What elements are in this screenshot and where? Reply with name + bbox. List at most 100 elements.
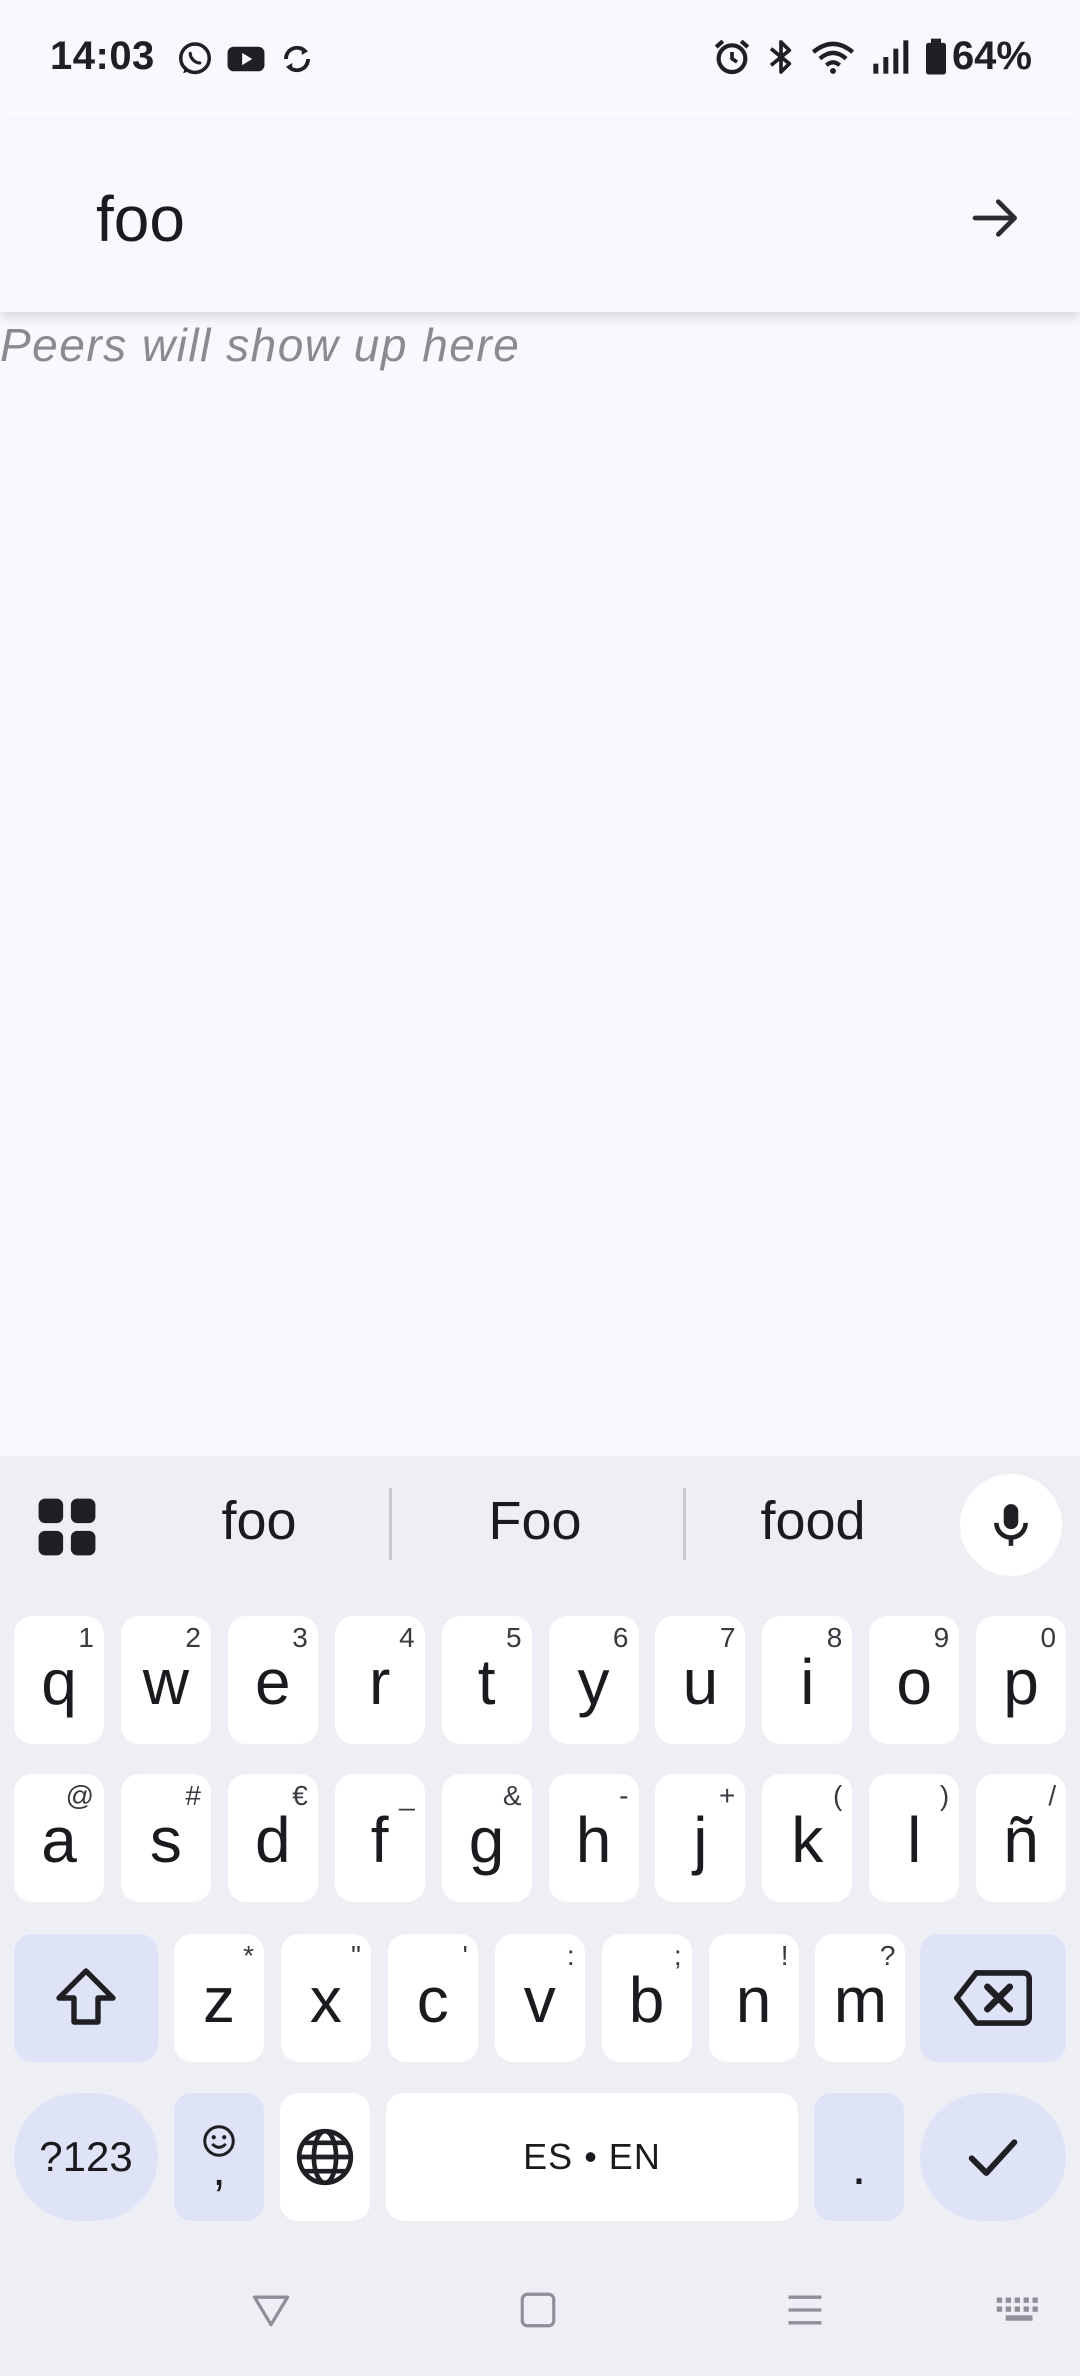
recents-menu-icon: [788, 2295, 822, 2325]
backspace-icon: [954, 1970, 1032, 2026]
enter-key[interactable]: [920, 2093, 1066, 2221]
space-key-label: ES • EN: [523, 2136, 661, 2177]
key-hint: /: [1048, 1780, 1057, 1811]
key-label: z: [203, 1964, 235, 2036]
key-hint: ): [939, 1780, 950, 1811]
suggestion-bar: foo Foo food: [0, 1456, 1080, 1591]
key-label: q: [41, 1646, 77, 1718]
key-n[interactable]: n!: [708, 1934, 799, 2062]
key-k[interactable]: k(: [762, 1774, 853, 1902]
backspace-key[interactable]: [920, 1934, 1066, 2062]
key-label: e: [255, 1646, 291, 1718]
key-v[interactable]: v:: [494, 1934, 585, 2062]
key-s[interactable]: s #: [120, 1774, 211, 1902]
grid-icon[interactable]: [36, 1496, 98, 1558]
recents-button[interactable]: [775, 2280, 835, 2340]
key-label: y: [577, 1646, 610, 1718]
alarm-icon: [714, 39, 750, 74]
key-label: f: [370, 1804, 389, 1876]
key-label: b: [628, 1964, 665, 2036]
key-d[interactable]: d €: [227, 1774, 318, 1902]
key-ñ[interactable]: ñ /: [976, 1774, 1067, 1902]
key-g[interactable]: g &: [441, 1774, 532, 1902]
suggestion-divider: [389, 1488, 392, 1560]
key-i[interactable]: i8: [762, 1616, 853, 1744]
key-label: l: [907, 1804, 922, 1876]
key-hint: (: [832, 1780, 843, 1811]
key-hint: 3: [292, 1622, 308, 1653]
key-l[interactable]: l): [869, 1774, 960, 1902]
sync-icon: [284, 45, 310, 73]
notification-icons: [176, 40, 316, 78]
on-screen-keyboard: foo Foo food q 1 w 2 e 3 r 4 t 5 y 6 u 7 i 8 o 9 p 0 a @ s # d € f…: [0, 1456, 1080, 2376]
space-key[interactable]: ES • EN: [386, 2093, 798, 2221]
key-hint: ": [350, 1940, 361, 1971]
key-o[interactable]: o9: [869, 1616, 960, 1744]
language-key[interactable]: [280, 2093, 370, 2221]
keyboard-switch-button[interactable]: [990, 2280, 1050, 2340]
period-key[interactable]: .: [814, 2093, 904, 2221]
key-hint: 9: [933, 1622, 950, 1653]
back-button[interactable]: [241, 2280, 301, 2340]
signal-icon: [873, 39, 909, 74]
battery-icon: [925, 38, 946, 74]
key-p[interactable]: p0: [976, 1616, 1067, 1744]
key-q[interactable]: q1: [14, 1616, 104, 1744]
microphone-icon: [994, 1504, 1028, 1546]
key-m[interactable]: m?: [815, 1934, 906, 2062]
peer-search-input[interactable]: [96, 174, 916, 264]
key-h[interactable]: h-: [548, 1774, 639, 1902]
home-square-icon: [520, 2292, 556, 2328]
suggestion-3[interactable]: food: [693, 1490, 933, 1552]
shift-key[interactable]: [14, 1934, 158, 2062]
key-r[interactable]: r4: [334, 1616, 425, 1744]
key-hint: _: [399, 1780, 415, 1811]
key-y[interactable]: y6: [548, 1616, 639, 1744]
suggestion-1[interactable]: foo: [139, 1490, 379, 1552]
key-hint: 7: [719, 1622, 736, 1653]
bluetooth-icon: [769, 39, 792, 74]
key-label: g: [468, 1804, 505, 1876]
symbols-key-label: ?123: [39, 2133, 133, 2180]
key-label: v: [523, 1964, 556, 2036]
symbols-key[interactable]: ?123: [14, 2093, 158, 2221]
emoji-comma-key[interactable]: ,: [174, 2093, 264, 2221]
key-j[interactable]: j +: [655, 1774, 746, 1902]
suggestion-2[interactable]: Foo: [415, 1490, 655, 1552]
suggestion-divider: [683, 1488, 686, 1560]
key-label: h: [575, 1804, 612, 1876]
wifi-icon: [811, 41, 855, 74]
key-hint: 1: [78, 1622, 94, 1653]
youtube-icon: [227, 46, 265, 72]
submit-button[interactable]: [960, 182, 1032, 254]
key-hint: 5: [506, 1622, 522, 1653]
key-label: n: [735, 1964, 772, 2036]
key-u[interactable]: u7: [655, 1616, 746, 1744]
key-c[interactable]: c ': [387, 1934, 478, 2062]
key-label: i: [800, 1646, 815, 1718]
key-label: w: [142, 1646, 189, 1718]
key-label: d: [255, 1804, 291, 1876]
key-label: r: [369, 1646, 391, 1718]
voice-input-button[interactable]: [960, 1474, 1062, 1576]
key-w[interactable]: w2: [120, 1616, 211, 1744]
key-hint: 4: [399, 1622, 415, 1653]
key-a[interactable]: a @: [14, 1774, 104, 1902]
status-time: 14:03: [50, 34, 155, 78]
key-f[interactable]: f _: [334, 1774, 425, 1902]
key-label: t: [477, 1646, 496, 1718]
key-z[interactable]: z *: [174, 1934, 264, 2062]
key-label: x: [309, 1964, 342, 2036]
top-app-bar: [0, 120, 1080, 312]
whatsapp-icon: [179, 42, 211, 75]
key-hint: :: [566, 1940, 575, 1971]
globe-icon: [296, 2128, 354, 2186]
key-b[interactable]: b;: [601, 1934, 692, 2062]
status-bar: 14:03 64%: [0, 0, 1080, 120]
key-label: s: [149, 1804, 182, 1876]
check-icon: [968, 2139, 1018, 2176]
key-x[interactable]: x ": [280, 1934, 371, 2062]
home-button[interactable]: [508, 2280, 568, 2340]
key-t[interactable]: t5: [441, 1616, 532, 1744]
key-e[interactable]: e3: [227, 1616, 318, 1744]
